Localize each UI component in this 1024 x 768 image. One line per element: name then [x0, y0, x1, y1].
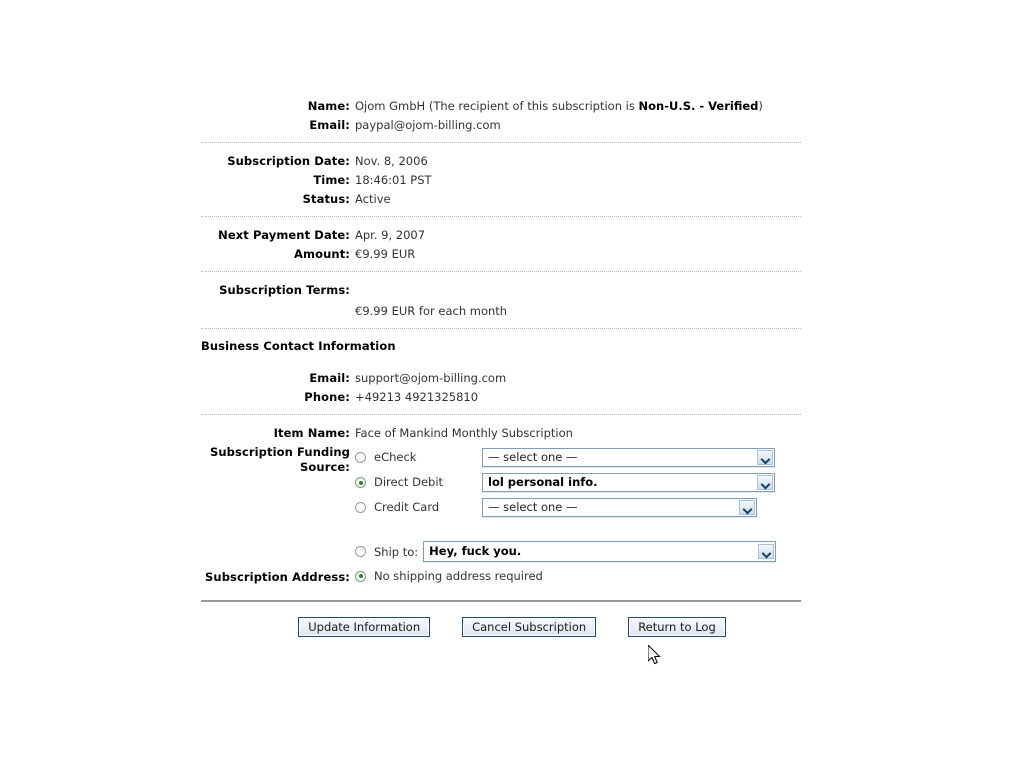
business-email-value: support@ojom-billing.com	[355, 371, 507, 385]
name-label: Name:	[307, 99, 350, 113]
radio-direct-debit[interactable]	[355, 477, 366, 488]
next-payment-row: Next Payment Date: Apr. 9, 2007	[201, 227, 801, 243]
update-information-button[interactable]: Update Information	[298, 617, 431, 637]
business-email-label: Email:	[309, 371, 350, 385]
radio-credit-card[interactable]	[355, 502, 366, 513]
funding-options: eCheck — select one — Direct Debit lol p…	[355, 445, 801, 520]
return-to-log-button[interactable]: Return to Log	[628, 617, 726, 637]
business-phone-value: +49213 4921325810	[355, 390, 479, 404]
subscription-address-label: Subscription Address:	[205, 570, 350, 584]
action-buttons: Update Information Cancel Subscription R…	[201, 617, 801, 637]
terms-row: Subscription Terms:	[201, 282, 801, 298]
select-value: Hey, fuck you.	[429, 544, 522, 558]
email-row: Email: paypal@ojom-billing.com	[201, 117, 801, 133]
next-payment-label: Next Payment Date:	[218, 228, 350, 242]
select-credit-card-account[interactable]: — select one —	[482, 498, 757, 517]
terms-value: €9.99 EUR for each month	[355, 304, 508, 318]
funding-option-label: Direct Debit	[374, 475, 444, 489]
funding-source-label: Subscription Funding Source:	[201, 445, 355, 475]
funding-source-label-line2: Source:	[300, 460, 350, 474]
time-label: Time:	[313, 173, 350, 187]
no-shipping-label: No shipping address required	[374, 569, 543, 583]
ship-to-label: Ship to:	[374, 544, 419, 559]
divider-3	[201, 271, 801, 272]
divider-5	[201, 414, 801, 415]
select-value: lol personal info.	[488, 475, 598, 489]
item-name-value: Face of Mankind Monthly Subscription	[355, 426, 573, 440]
funding-option-credit-card[interactable]: Credit Card — select one —	[355, 495, 801, 520]
subscription-date-row: Subscription Date: Nov. 8, 2006	[201, 153, 801, 169]
time-row: Time: 18:46:01 PST	[201, 172, 801, 188]
select-direct-debit-account[interactable]: lol personal info.	[482, 473, 775, 492]
divider-2	[201, 216, 801, 217]
name-text: Ojom GmbH (The recipient of this subscri…	[355, 99, 639, 113]
divider-1	[201, 142, 801, 143]
status-value: Active	[355, 192, 391, 206]
email-value: paypal@ojom-billing.com	[355, 118, 501, 132]
chevron-down-icon[interactable]	[739, 500, 755, 515]
radio-echeck[interactable]	[355, 452, 366, 463]
funding-source-row: Subscription Funding Source: eCheck — se…	[201, 445, 801, 520]
subscription-date-value: Nov. 8, 2006	[355, 154, 428, 168]
footer-divider	[201, 600, 801, 602]
select-value: — select one —	[488, 450, 578, 464]
select-value: — select one —	[488, 500, 578, 514]
time-value: 18:46:01 PST	[355, 173, 432, 187]
cancel-subscription-button[interactable]: Cancel Subscription	[462, 617, 597, 637]
item-name-row: Item Name: Face of Mankind Monthly Subsc…	[201, 425, 801, 441]
business-contact-heading: Business Contact Information	[201, 339, 396, 353]
shipping-options: Ship to: Hey, fuck you. No shipping addr…	[355, 523, 801, 583]
subscription-details-page: Name: Ojom GmbH (The recipient of this s…	[201, 98, 801, 637]
business-phone-label: Phone:	[304, 390, 350, 404]
subscription-date-label: Subscription Date:	[227, 154, 350, 168]
status-row: Status: Active	[201, 191, 801, 207]
divider-4	[201, 328, 801, 329]
no-shipping-option[interactable]: No shipping address required	[355, 569, 801, 583]
funding-option-label: Credit Card	[374, 500, 440, 514]
next-payment-value: Apr. 9, 2007	[355, 228, 426, 242]
ship-to-option[interactable]: Ship to: Hey, fuck you.	[355, 540, 801, 563]
business-email-row: Email: support@ojom-billing.com	[201, 370, 801, 386]
verification-status: Non-U.S. - Verified	[638, 99, 759, 113]
terms-label: Subscription Terms:	[219, 283, 350, 297]
radio-no-shipping[interactable]	[355, 570, 366, 582]
funding-option-direct-debit[interactable]: Direct Debit lol personal info.	[355, 470, 801, 495]
business-phone-row: Phone: +49213 4921325810	[201, 389, 801, 405]
chevron-down-icon[interactable]	[757, 450, 773, 465]
mouse-cursor	[648, 645, 661, 665]
name-row: Name: Ojom GmbH (The recipient of this s…	[201, 98, 801, 114]
item-name-label: Item Name:	[273, 426, 350, 440]
select-shipping-address[interactable]: Hey, fuck you.	[423, 541, 777, 562]
email-label: Email:	[309, 118, 350, 132]
name-text-close: )	[758, 99, 763, 113]
funding-option-echeck[interactable]: eCheck — select one —	[355, 445, 801, 470]
chevron-down-icon[interactable]	[757, 475, 773, 490]
status-label: Status:	[302, 192, 350, 206]
name-value: Ojom GmbH (The recipient of this subscri…	[355, 98, 801, 114]
funding-source-label-line1: Subscription Funding	[210, 445, 350, 459]
radio-ship-to[interactable]	[355, 546, 366, 557]
subscription-address-row: Subscription Address: Ship to: Hey, fuck…	[201, 523, 801, 585]
funding-option-label: eCheck	[374, 450, 417, 464]
amount-label: Amount:	[294, 247, 350, 261]
amount-value: €9.99 EUR	[355, 247, 416, 261]
amount-row: Amount: €9.99 EUR	[201, 246, 801, 262]
chevron-down-icon[interactable]	[758, 544, 775, 559]
select-echeck-account[interactable]: — select one —	[482, 448, 775, 467]
